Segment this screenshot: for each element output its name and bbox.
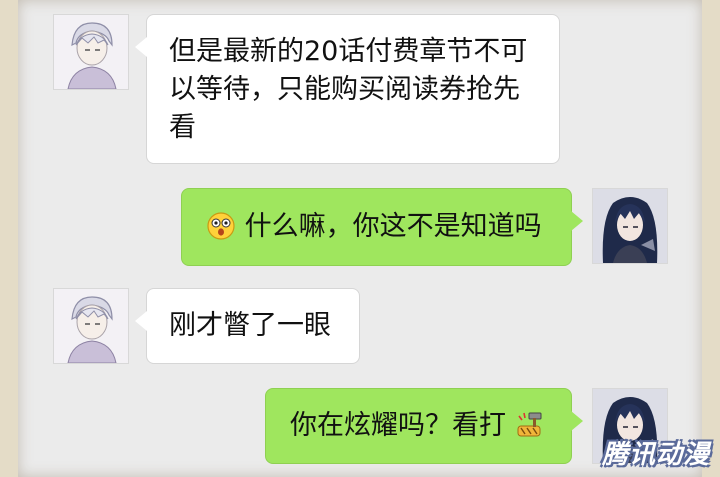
- message-text: 刚才瞥了一眼: [169, 310, 331, 341]
- avatar[interactable]: [53, 14, 129, 90]
- surprised-face-emoji-icon: [206, 211, 236, 252]
- message-text: 你在炫耀吗？看打: [290, 410, 506, 441]
- avatar[interactable]: [53, 288, 129, 364]
- watermark-logo: 腾讯动漫: [601, 440, 710, 470]
- message-bubble-incoming[interactable]: 刚才瞥了一眼: [135, 288, 360, 364]
- message-text: 什么嘛，你这不是知道吗: [244, 211, 542, 242]
- white-haired-character-avatar-icon: [54, 289, 128, 363]
- avatar[interactable]: [592, 188, 668, 264]
- message-bubble-outgoing[interactable]: 你在炫耀吗？看打: [265, 388, 583, 464]
- dark-haired-character-avatar-icon: [593, 189, 667, 263]
- message-bubble-incoming[interactable]: 但是最新的20话付费章节不可以等待，只能购买阅读券抢先看: [135, 14, 560, 164]
- message-bubble-outgoing[interactable]: 什么嘛，你这不是知道吗: [181, 188, 583, 266]
- hammer-punch-emoji-icon: [515, 410, 545, 451]
- message-text: 但是最新的20话付费章节不可以等待，只能购买阅读券抢先看: [169, 36, 528, 143]
- white-haired-character-avatar-icon: [54, 15, 128, 89]
- chat-area: 但是最新的20话付费章节不可以等待，只能购买阅读券抢先看 什么嘛，你这不是知道吗: [18, 0, 702, 477]
